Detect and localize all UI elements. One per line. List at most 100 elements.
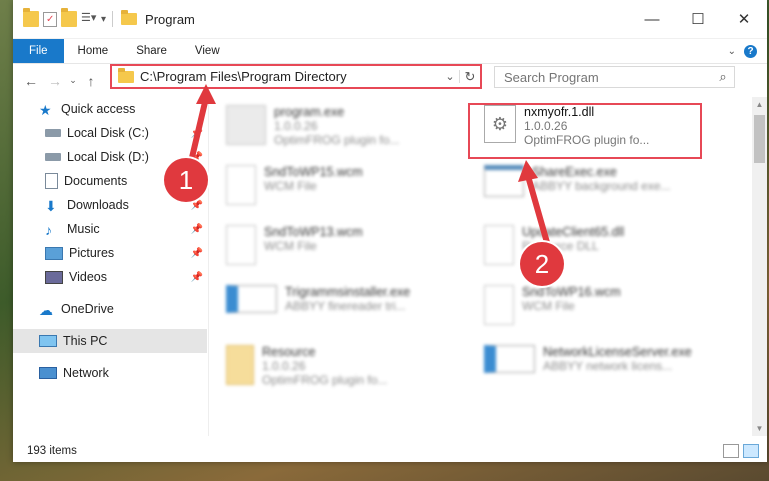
file-item[interactable]: NetworkLicenseServer.exe ABBYY network li… [480, 339, 720, 395]
exe-icon [226, 105, 266, 145]
file-item[interactable]: SndToWP15.wcm WCM File [222, 159, 462, 215]
window-title: Program [145, 11, 195, 27]
file-name: NetworkLicenseServer.exe [543, 345, 692, 359]
file-name: SndToWP16.wcm [522, 285, 621, 299]
scroll-thumb[interactable] [754, 115, 765, 163]
window-folder-icon [121, 10, 138, 25]
file-name: UpdateClient65.dll [522, 225, 625, 239]
installer-icon [226, 285, 277, 313]
tab-file[interactable]: File [13, 39, 64, 63]
pin-icon: 📌 [190, 271, 203, 283]
file-item[interactable]: program.exe 1.0.0.26 OptimFROG plugin fo..… [222, 99, 462, 155]
sidebar-item-quick-access[interactable]: ★ Quick access [13, 97, 207, 121]
folder-icon[interactable] [23, 8, 39, 27]
sidebar-item-label: This PC [63, 334, 108, 348]
address-dropdown-icon[interactable]: ⌄ [441, 70, 460, 83]
file-item[interactable]: UpdateClient65.dll Resource DLL [480, 219, 720, 275]
divider [112, 11, 114, 27]
drive-icon [45, 129, 61, 137]
file-item[interactable]: SndToWP13.wcm WCM File [222, 219, 462, 275]
large-icons-view-icon[interactable] [743, 444, 759, 458]
file-version: 1.0.0.26 [262, 359, 306, 373]
recent-locations-icon[interactable]: ⌄ [67, 75, 79, 86]
search-input[interactable] [502, 68, 712, 86]
minimize-button[interactable]: — [629, 0, 675, 38]
file-item[interactable]: Resource 1.0.0.26 OptimFROG plugin fo... [222, 339, 462, 395]
download-icon: ⬇ [45, 198, 57, 214]
file-description: ABBYY background exe... [532, 179, 671, 193]
sidebar-item-music[interactable]: ♪ Music 📌 [13, 217, 207, 241]
cloud-icon: ☁ [39, 302, 53, 318]
file-version: 1.0.0.26 [274, 119, 318, 133]
sidebar-item-onedrive[interactable]: ☁ OneDrive [13, 297, 207, 321]
customize-toolbar-icon[interactable]: ▾ [101, 14, 106, 25]
status-bar: 193 items [13, 440, 767, 462]
file-icon [226, 225, 256, 265]
exe-icon [484, 345, 535, 373]
ribbon-controls: ⌄ ? [718, 39, 767, 63]
sidebar-item-local-disk-c[interactable]: Local Disk (C:) 📌 [13, 121, 207, 145]
music-icon: ♪ [45, 222, 52, 238]
new-folder-icon[interactable] [61, 8, 77, 27]
address-path[interactable]: C:\Program Files\Program Directory [140, 69, 347, 84]
pin-icon: 📌 [190, 127, 203, 139]
file-name: Trigrammsinstaller.exe [285, 285, 411, 299]
sidebar-item-label: Local Disk (D:) [67, 150, 149, 164]
search-box[interactable]: ⌕ [494, 66, 735, 88]
file-name: ShareExec.exe [532, 165, 617, 179]
tab-view[interactable]: View [181, 39, 234, 63]
expand-ribbon-icon[interactable]: ⌄ [728, 46, 736, 57]
sidebar-item-label: Pictures [69, 246, 115, 260]
file-item[interactable]: ShareExec.exe ABBYY background exe... [480, 159, 720, 215]
search-icon[interactable]: ⌕ [712, 69, 734, 85]
videos-icon [45, 270, 63, 284]
help-icon[interactable]: ? [744, 44, 757, 58]
quick-access-toolbar: ✓ ☰▾ ▾ [23, 8, 106, 27]
pin-icon: 📌 [190, 247, 203, 259]
file-item[interactable]: Trigrammsinstaller.exe ABBYY finereader t… [222, 279, 462, 335]
sidebar-item-videos[interactable]: Videos 📌 [13, 265, 207, 289]
address-bar[interactable]: C:\Program Files\Program Directory ⌄ ↻ [110, 64, 482, 89]
close-button[interactable]: ✕ [721, 0, 767, 38]
documents-icon [45, 173, 58, 189]
forward-button[interactable]: → [43, 73, 67, 89]
pane-divider [208, 97, 209, 436]
file-name: Resource [262, 345, 316, 359]
refresh-icon[interactable]: ↻ [460, 69, 480, 85]
sidebar-item-label: Downloads [67, 198, 129, 212]
tab-share[interactable]: Share [122, 39, 181, 63]
sidebar-item-label: Documents [64, 174, 128, 188]
file-item[interactable]: SndToWP16.wcm WCM File [480, 279, 720, 335]
tab-home[interactable]: Home [64, 39, 123, 63]
sidebar-item-network[interactable]: Network [13, 361, 207, 385]
item-count: 193 items [27, 445, 77, 457]
sidebar-item-pictures[interactable]: Pictures 📌 [13, 241, 207, 265]
back-button[interactable]: ← [19, 73, 43, 89]
layout-icon[interactable]: ☰▾ [81, 11, 97, 27]
file-type: WCM File [264, 179, 317, 193]
scroll-up-icon[interactable]: ▲ [752, 100, 767, 109]
title-bar: ✓ ☰▾ ▾ Program — ☐ ✕ [13, 0, 767, 39]
drive-icon [45, 153, 61, 161]
address-folder-icon [118, 67, 134, 83]
resource-icon [226, 345, 254, 385]
file-type: WCM File [522, 299, 575, 313]
sidebar-item-label: OneDrive [61, 302, 114, 316]
vertical-scrollbar[interactable]: ▲ ▼ [752, 97, 767, 436]
details-view-icon[interactable] [723, 444, 739, 458]
maximize-button[interactable]: ☐ [675, 0, 721, 38]
step-1-badge: 1 [164, 158, 208, 202]
ribbon-tabs: File Home Share View ⌄ ? [13, 39, 767, 64]
properties-icon[interactable]: ✓ [43, 11, 57, 27]
up-button[interactable]: ↑ [79, 73, 103, 89]
exe-icon [484, 165, 524, 197]
sidebar-item-label: Local Disk (C:) [67, 126, 149, 140]
sidebar-item-label: Network [63, 366, 109, 380]
sidebar-item-this-pc[interactable]: This PC [13, 329, 207, 353]
scroll-down-icon[interactable]: ▼ [752, 424, 767, 433]
sidebar-item-label: Quick access [61, 102, 136, 116]
star-icon: ★ [39, 102, 52, 118]
